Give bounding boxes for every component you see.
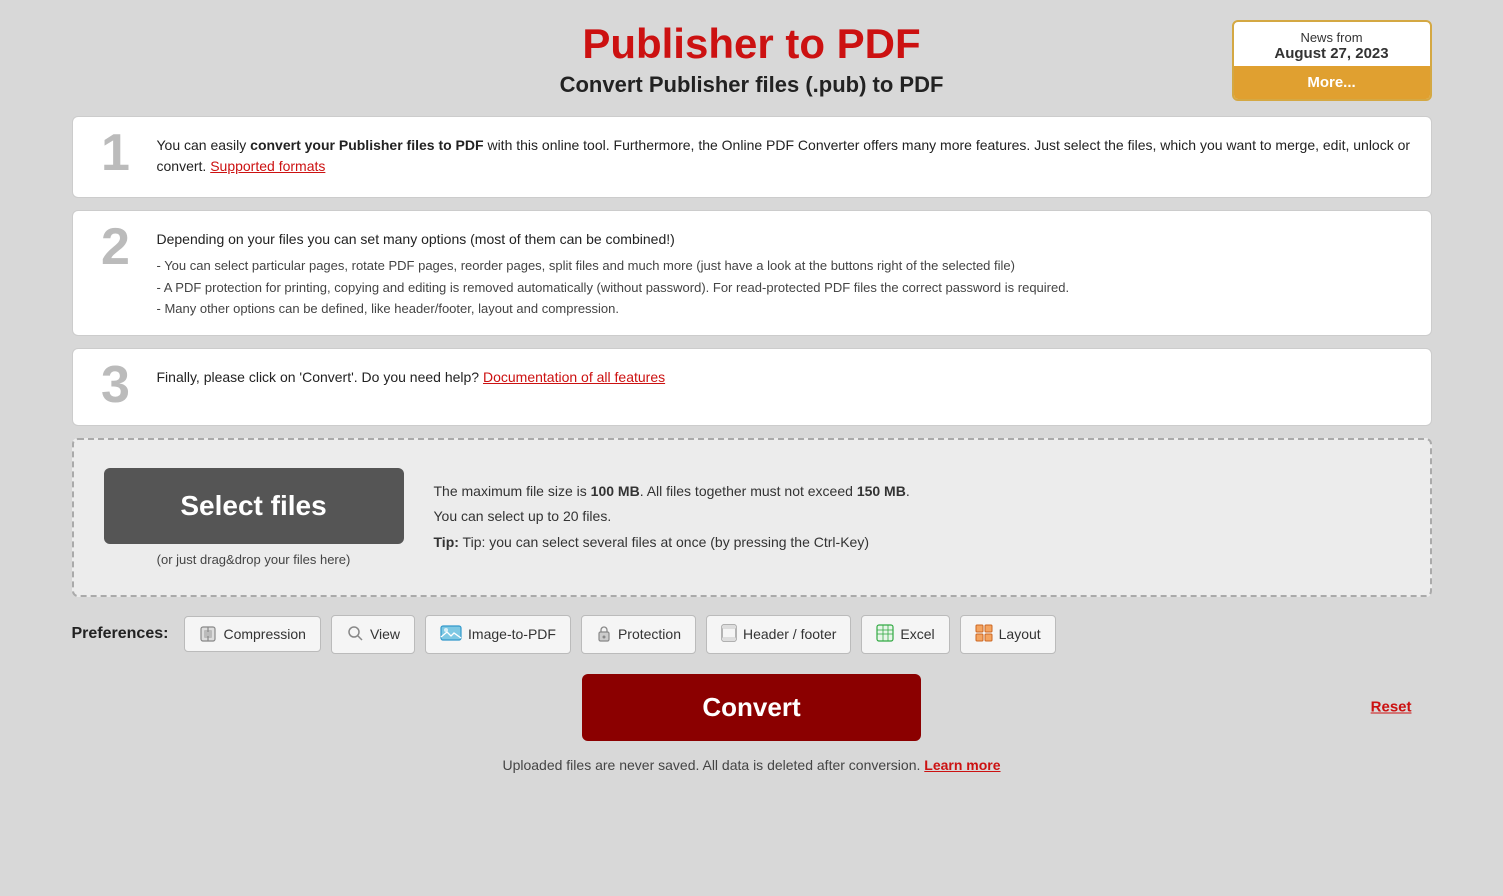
reset-link[interactable]: Reset: [1371, 699, 1412, 716]
pref-layout-button[interactable]: Layout: [960, 615, 1056, 654]
pref-view-label: View: [370, 626, 400, 642]
preferences-label: Preferences:: [72, 625, 169, 643]
pref-image-to-pdf-button[interactable]: Image-to-PDF: [425, 615, 571, 654]
step-2-bullet-2: - A PDF protection for printing, copying…: [157, 278, 1413, 298]
pref-view-button[interactable]: View: [331, 615, 415, 654]
news-prefix: News from: [1300, 30, 1362, 45]
documentation-link[interactable]: Documentation of all features: [483, 369, 665, 385]
file-count-info: You can select up to 20 files.: [434, 504, 1400, 529]
step-2-bullet-3: - Many other options can be defined, lik…: [157, 299, 1413, 319]
pref-excel-button[interactable]: Excel: [861, 615, 949, 654]
layout-icon: [975, 624, 993, 645]
view-icon: [346, 624, 364, 645]
convert-row: Convert Reset: [72, 674, 1432, 741]
pref-header-footer-label: Header / footer: [743, 626, 836, 642]
drop-zone[interactable]: Select files (or just drag&drop your fil…: [72, 438, 1432, 597]
step-2-bullets: - You can select particular pages, rotat…: [157, 256, 1413, 319]
step-2-bullet-1: - You can select particular pages, rotat…: [157, 256, 1413, 276]
step-3-number: 3: [91, 359, 141, 411]
learn-more-link[interactable]: Learn more: [924, 757, 1000, 773]
image-to-pdf-icon: [440, 624, 462, 645]
footer-note: Uploaded files are never saved. All data…: [72, 757, 1432, 773]
news-more-button[interactable]: More...: [1234, 66, 1430, 99]
compression-icon: [199, 625, 217, 643]
step-2-number: 2: [91, 221, 141, 273]
pref-image-to-pdf-label: Image-to-PDF: [468, 626, 556, 642]
page-subtitle: Convert Publisher files (.pub) to PDF: [72, 72, 1432, 98]
step-3-text: Finally, please click on 'Convert'. Do y…: [157, 367, 1413, 388]
header-area: Publisher to PDF Convert Publisher files…: [72, 20, 1432, 98]
step-3-content: Finally, please click on 'Convert'. Do y…: [157, 363, 1413, 394]
pref-header-footer-button[interactable]: Header / footer: [706, 615, 851, 654]
pref-protection-label: Protection: [618, 626, 681, 642]
protection-icon: [596, 624, 612, 645]
drag-drop-hint: (or just drag&drop your files here): [157, 552, 351, 567]
page-title: Publisher to PDF: [72, 20, 1432, 68]
step-3-box: 3 Finally, please click on 'Convert'. Do…: [72, 348, 1432, 426]
select-files-button[interactable]: Select files: [104, 468, 404, 544]
pref-excel-label: Excel: [900, 626, 934, 642]
file-info: The maximum file size is 100 MB. All fil…: [434, 479, 1400, 555]
preferences-row: Preferences: Compression View Image-to-P…: [72, 615, 1432, 654]
step-2-heading: Depending on your files you can set many…: [157, 229, 1413, 250]
step-1-content: You can easily convert your Publisher fi…: [157, 131, 1413, 183]
header-footer-icon: [721, 624, 737, 645]
file-size-info: The maximum file size is 100 MB. All fil…: [434, 479, 1400, 504]
pref-layout-label: Layout: [999, 626, 1041, 642]
pref-protection-button[interactable]: Protection: [581, 615, 696, 654]
step-2-box: 2 Depending on your files you can set ma…: [72, 210, 1432, 336]
select-files-area: Select files (or just drag&drop your fil…: [104, 468, 404, 567]
excel-icon: [876, 624, 894, 645]
convert-button[interactable]: Convert: [582, 674, 920, 741]
footer-text: Uploaded files are never saved. All data…: [502, 757, 920, 773]
step-1-number: 1: [91, 127, 141, 179]
step-1-box: 1 You can easily convert your Publisher …: [72, 116, 1432, 198]
news-box: News from August 27, 2023 More...: [1232, 20, 1432, 101]
step-2-content: Depending on your files you can set many…: [157, 225, 1413, 321]
file-tip: Tip: Tip: you can select several files a…: [434, 530, 1400, 555]
news-box-top: News from August 27, 2023: [1234, 22, 1430, 66]
supported-formats-link[interactable]: Supported formats: [210, 158, 325, 174]
step-1-text: You can easily convert your Publisher fi…: [157, 135, 1413, 177]
pref-compression-button[interactable]: Compression: [184, 616, 320, 652]
news-date: August 27, 2023: [1274, 45, 1388, 62]
pref-compression-label: Compression: [223, 626, 305, 642]
